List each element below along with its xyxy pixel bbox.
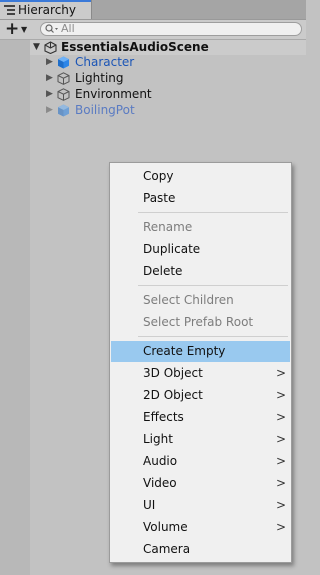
gameobject-cube-icon — [57, 72, 70, 85]
menu-item-effects[interactable]: Effects > — [111, 407, 290, 428]
menu-item-label: Light — [143, 432, 173, 446]
menu-item-label: 3D Object — [143, 366, 203, 380]
collapsed-arrow-icon[interactable]: ▶ — [46, 89, 53, 99]
tab-bar: Hierarchy — [0, 0, 306, 20]
menu-item-select-prefab-root: Select Prefab Root — [111, 312, 290, 333]
submenu-arrow-icon: > — [276, 498, 287, 512]
submenu-arrow-icon: > — [276, 454, 287, 468]
menu-item-duplicate[interactable]: Duplicate — [111, 239, 290, 260]
menu-item-rename: Rename — [111, 217, 290, 238]
item-label: Character — [75, 55, 135, 69]
menu-item-label: Video — [143, 476, 177, 490]
menu-item-delete[interactable]: Delete — [111, 261, 290, 282]
gameobject-cube-icon — [57, 88, 70, 101]
menu-item-3d-object[interactable]: 3D Object > — [111, 363, 290, 384]
menu-item-copy[interactable]: Copy — [111, 166, 290, 187]
collapsed-arrow-icon[interactable]: ▶ — [46, 73, 53, 83]
menu-item-light[interactable]: Light > — [111, 429, 290, 450]
menu-item-audio[interactable]: Audio > — [111, 451, 290, 472]
menu-item-ui[interactable]: UI > — [111, 495, 290, 516]
menu-separator — [138, 212, 288, 213]
tab-hierarchy[interactable]: Hierarchy — [0, 0, 92, 19]
menu-item-label: Copy — [143, 169, 174, 183]
menu-item-label: Audio — [143, 454, 178, 468]
menu-separator — [138, 336, 288, 337]
search-field[interactable]: All — [40, 22, 302, 36]
left-gutter — [0, 40, 30, 575]
menu-item-label: Delete — [143, 264, 183, 278]
submenu-arrow-icon: > — [276, 366, 287, 380]
create-dropdown-button[interactable]: + ▼ — [2, 19, 30, 39]
chevron-down-icon: ▼ — [21, 25, 28, 34]
search-icon — [45, 24, 58, 33]
collapsed-arrow-icon[interactable]: ▶ — [46, 105, 53, 115]
prefab-cube-icon — [58, 104, 69, 117]
prefab-cube-icon — [58, 56, 69, 69]
menu-separator — [138, 285, 288, 286]
menu-item-camera[interactable]: Camera — [111, 539, 290, 560]
tab-active-indicator — [0, 0, 91, 2]
menu-item-label: Volume — [143, 520, 188, 534]
menu-item-label: Paste — [143, 191, 176, 205]
context-menu: Copy Paste Rename Duplicate Delete Selec… — [109, 162, 292, 563]
collapsed-arrow-icon[interactable]: ▶ — [46, 57, 53, 67]
menu-item-label: Select Children — [143, 293, 234, 307]
submenu-arrow-icon: > — [276, 432, 287, 446]
scene-name: EssentialsAudioScene — [61, 40, 209, 54]
menu-item-label: 2D Object — [143, 388, 203, 402]
hierarchy-list-icon — [4, 5, 15, 15]
submenu-arrow-icon: > — [276, 388, 287, 402]
menu-item-2d-object[interactable]: 2D Object > — [111, 385, 290, 406]
submenu-arrow-icon: > — [276, 520, 287, 534]
menu-item-label: Duplicate — [143, 242, 201, 256]
menu-item-label: UI — [143, 498, 156, 512]
menu-item-label: Effects — [143, 410, 184, 424]
menu-item-label: Select Prefab Root — [143, 315, 254, 329]
hierarchy-item-lighting[interactable]: ▶ Lighting — [30, 71, 306, 87]
menu-item-paste[interactable]: Paste — [111, 188, 290, 209]
menu-item-select-children: Select Children — [111, 290, 290, 311]
hierarchy-item-boilingpot[interactable]: ▶ BoilingPot — [30, 103, 306, 119]
menu-item-create-empty[interactable]: Create Empty — [111, 341, 290, 362]
expand-arrow-icon[interactable]: ▼ — [33, 42, 40, 52]
menu-item-video[interactable]: Video > — [111, 473, 290, 494]
hierarchy-item-environment[interactable]: ▶ Environment — [30, 87, 306, 103]
unity-scene-icon — [44, 41, 57, 54]
tab-label: Hierarchy — [18, 3, 77, 17]
menu-item-label: Rename — [143, 220, 193, 234]
menu-item-label: Camera — [143, 542, 191, 556]
submenu-arrow-icon: > — [276, 410, 287, 424]
menu-item-volume[interactable]: Volume > — [111, 517, 290, 538]
hierarchy-toolbar: + ▼ All — [0, 19, 306, 40]
plus-icon: + — [5, 19, 20, 39]
submenu-arrow-icon: > — [276, 476, 287, 490]
item-label: BoilingPot — [75, 103, 135, 117]
hierarchy-item-character[interactable]: ▶ Character — [30, 55, 306, 71]
item-label: Lighting — [75, 71, 124, 85]
item-label: Environment — [75, 87, 152, 101]
menu-item-label: Create Empty — [143, 344, 226, 358]
scene-row[interactable]: ▼ EssentialsAudioScene — [30, 40, 306, 55]
search-placeholder: All — [61, 22, 75, 35]
